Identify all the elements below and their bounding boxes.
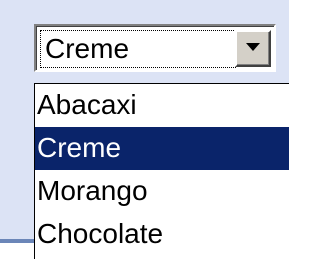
list-item-chocolate[interactable]: Chocolate — [35, 213, 289, 256]
dropdown-list[interactable]: Abacaxi Creme Morango Chocolate — [34, 83, 289, 259]
screen: Creme Abacaxi Creme Morango Chocolate — [0, 0, 289, 259]
flavor-select[interactable]: Creme — [34, 24, 276, 72]
list-item-creme[interactable]: Creme — [35, 127, 289, 170]
dropdown-button[interactable] — [235, 30, 271, 67]
chevron-down-icon — [246, 43, 260, 51]
list-item-morango[interactable]: Morango — [35, 170, 289, 213]
list-item-abacaxi[interactable]: Abacaxi — [35, 84, 289, 127]
select-current-value[interactable]: Creme — [40, 30, 236, 68]
